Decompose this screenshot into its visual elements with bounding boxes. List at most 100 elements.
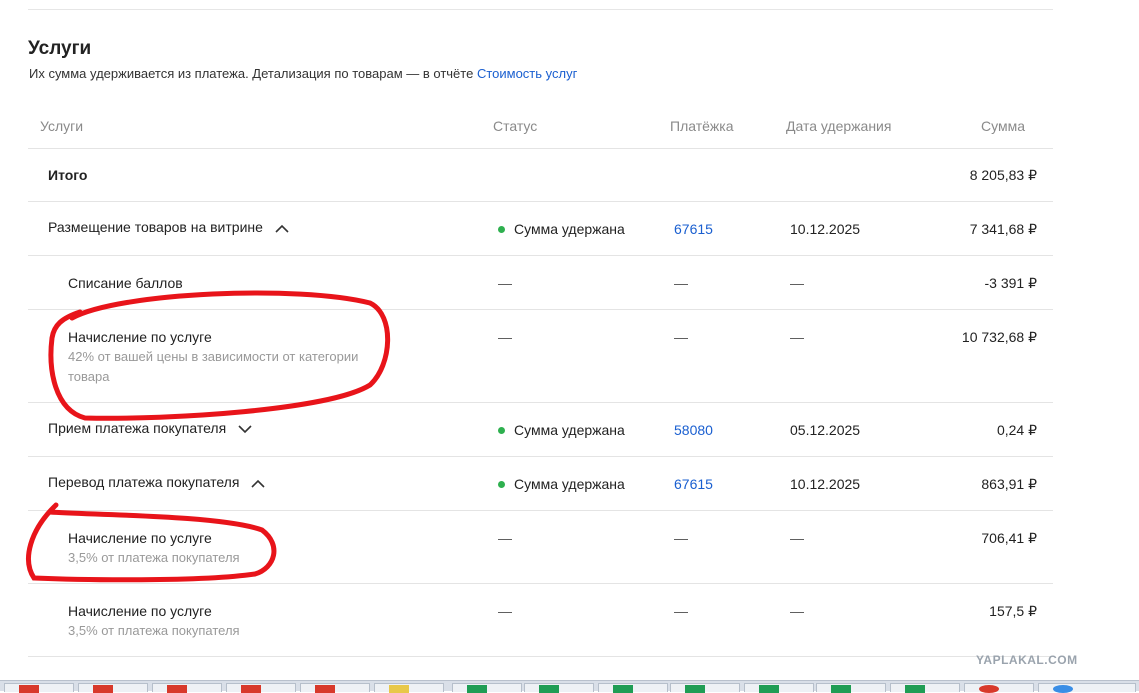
sum-cell: 7 341,68 ₽ xyxy=(969,221,1037,237)
status-cell: — xyxy=(498,603,512,619)
top-divider xyxy=(28,9,1053,10)
taskbar-item[interactable] xyxy=(890,683,960,693)
sum-cell: -3 391 ₽ xyxy=(984,275,1038,291)
payment-link[interactable]: 67615 xyxy=(674,476,713,492)
table-row[interactable]: Прием платежа покупателя Сумма удержана … xyxy=(28,403,1053,457)
taskbar-item[interactable] xyxy=(152,683,222,693)
app-icon xyxy=(93,685,113,693)
status-cell: Сумма удержана xyxy=(498,221,625,237)
status-cell: — xyxy=(498,275,512,291)
table-row: Начисление по услуге 42% от вашей цены в… xyxy=(28,310,1053,403)
payment-cell: — xyxy=(674,275,688,291)
total-label: Итого xyxy=(48,167,88,183)
watermark: YAPLAKAL.COM xyxy=(976,653,1078,667)
sum-cell: 863,91 ₽ xyxy=(981,476,1037,492)
app-icon xyxy=(241,685,261,693)
taskbar-item[interactable] xyxy=(300,683,370,693)
taskbar-item[interactable] xyxy=(1038,683,1136,693)
status-cell: — xyxy=(498,329,512,345)
app-icon xyxy=(19,685,39,693)
table-row[interactable]: Размещение товаров на витрине Сумма удер… xyxy=(28,202,1053,256)
sum-cell: 706,41 ₽ xyxy=(981,530,1037,546)
payment-cell: — xyxy=(674,603,688,619)
chevron-up-icon[interactable] xyxy=(251,479,265,488)
row-name-block: Начисление по услуге 3,5% от платежа пок… xyxy=(68,603,240,641)
sum-cell: 10 732,68 ₽ xyxy=(961,329,1037,345)
taskbar-item[interactable] xyxy=(670,683,740,693)
payment-cell: — xyxy=(674,329,688,345)
chevron-up-icon[interactable] xyxy=(275,224,289,233)
services-cost-link[interactable]: Стоимость услуг xyxy=(477,66,577,81)
row-note: 42% от вашей цены в зависимости от катег… xyxy=(68,349,359,364)
total-sum: 8 205,83 ₽ xyxy=(969,167,1037,183)
taskbar-item[interactable] xyxy=(374,683,444,693)
app-icon xyxy=(759,685,779,693)
services-table: Услуги Статус Платёжка Дата удержания Су… xyxy=(28,102,1053,657)
taskbar-item[interactable] xyxy=(524,683,594,693)
taskbar xyxy=(0,680,1139,693)
taskbar-item[interactable] xyxy=(744,683,814,693)
taskbar-item[interactable] xyxy=(226,683,296,693)
sum-cell: 0,24 ₽ xyxy=(996,422,1037,438)
table-row: Списание баллов — — — -3 391 ₽ xyxy=(28,256,1053,310)
browser-icon xyxy=(1053,685,1073,693)
header-payment: Платёжка xyxy=(670,118,734,134)
status-text: Сумма удержана xyxy=(514,221,625,237)
date-cell: 05.12.2025 xyxy=(790,422,861,438)
chevron-down-icon[interactable] xyxy=(238,425,252,434)
row-name: Начисление по услуге xyxy=(68,329,212,345)
status-dot-icon xyxy=(498,480,505,488)
payment-link[interactable]: 58080 xyxy=(674,422,713,438)
row-name: Начисление по услуге xyxy=(68,603,212,619)
status-cell: — xyxy=(498,530,512,546)
status-cell: Сумма удержана xyxy=(498,422,625,438)
table-row-total: Итого 8 205,83 ₽ xyxy=(28,149,1053,202)
taskbar-item[interactable] xyxy=(452,683,522,693)
status-dot-icon xyxy=(498,426,505,434)
row-note: 3,5% от платежа покупателя xyxy=(68,550,240,565)
row-name: Перевод платежа покупателя xyxy=(48,474,265,490)
row-name-block: Начисление по услуге 3,5% от платежа пок… xyxy=(68,530,240,568)
status-text: Сумма удержана xyxy=(514,422,625,438)
row-name-text: Прием платежа покупателя xyxy=(48,420,227,436)
taskbar-item[interactable] xyxy=(816,683,886,693)
taskbar-item[interactable] xyxy=(4,683,74,693)
app-icon xyxy=(467,685,487,693)
row-name: Прием платежа покупателя xyxy=(48,420,252,436)
taskbar-item[interactable] xyxy=(598,683,668,693)
table-row: Начисление по услуге 3,5% от платежа пок… xyxy=(28,584,1053,657)
row-name-text: Перевод платежа покупателя xyxy=(48,474,240,490)
app-icon xyxy=(905,685,925,693)
row-name-text: Размещение товаров на витрине xyxy=(48,219,263,235)
status-cell: Сумма удержана xyxy=(498,476,625,492)
row-name-block: Начисление по услуге 42% от вашей цены в… xyxy=(68,329,358,387)
payment-link[interactable]: 67615 xyxy=(674,221,713,237)
row-name: Начисление по услуге xyxy=(68,530,212,546)
status-text: Сумма удержана xyxy=(514,476,625,492)
row-note-continued: товара xyxy=(68,369,110,384)
header-services: Услуги xyxy=(40,118,84,134)
date-cell: — xyxy=(790,530,804,546)
table-header: Услуги Статус Платёжка Дата удержания Су… xyxy=(28,102,1053,149)
section-title: Услуги xyxy=(28,38,92,59)
taskbar-item[interactable] xyxy=(964,683,1034,693)
table-row: Начисление по услуге 3,5% от платежа пок… xyxy=(28,511,1053,584)
table-row[interactable]: Перевод платежа покупателя Сумма удержан… xyxy=(28,457,1053,511)
row-name: Размещение товаров на витрине xyxy=(48,219,289,235)
date-cell: 10.12.2025 xyxy=(790,476,861,492)
section-subtitle: Их сумма удерживается из платежа. Детали… xyxy=(29,66,577,81)
status-dot-icon xyxy=(498,225,505,233)
row-note: 3,5% от платежа покупателя xyxy=(68,623,240,638)
subtitle-text: Их сумма удерживается из платежа. Детали… xyxy=(29,66,474,81)
app-icon xyxy=(539,685,559,693)
date-cell: 10.12.2025 xyxy=(790,221,861,237)
header-status: Статус xyxy=(493,118,538,134)
date-cell: — xyxy=(790,329,804,345)
date-cell: — xyxy=(790,275,804,291)
payment-cell: — xyxy=(674,530,688,546)
header-sum: Сумма xyxy=(981,118,1025,134)
row-name: Списание баллов xyxy=(68,275,183,291)
taskbar-item[interactable] xyxy=(78,683,148,693)
date-cell: — xyxy=(790,603,804,619)
app-icon xyxy=(315,685,335,693)
